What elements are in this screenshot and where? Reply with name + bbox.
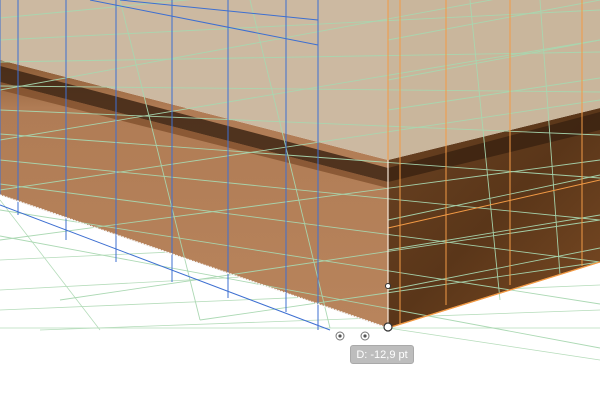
distance-tooltip: D: -12,9 pt — [350, 345, 414, 364]
double-circle-icon[interactable] — [335, 331, 345, 341]
anchor-point-icon[interactable] — [385, 283, 391, 289]
anchor-point-icon[interactable] — [383, 322, 393, 332]
perspective-scene — [0, 0, 600, 361]
double-circle-icon[interactable] — [360, 331, 370, 341]
perspective-artboard[interactable]: D: -12,9 pt — [0, 0, 600, 400]
